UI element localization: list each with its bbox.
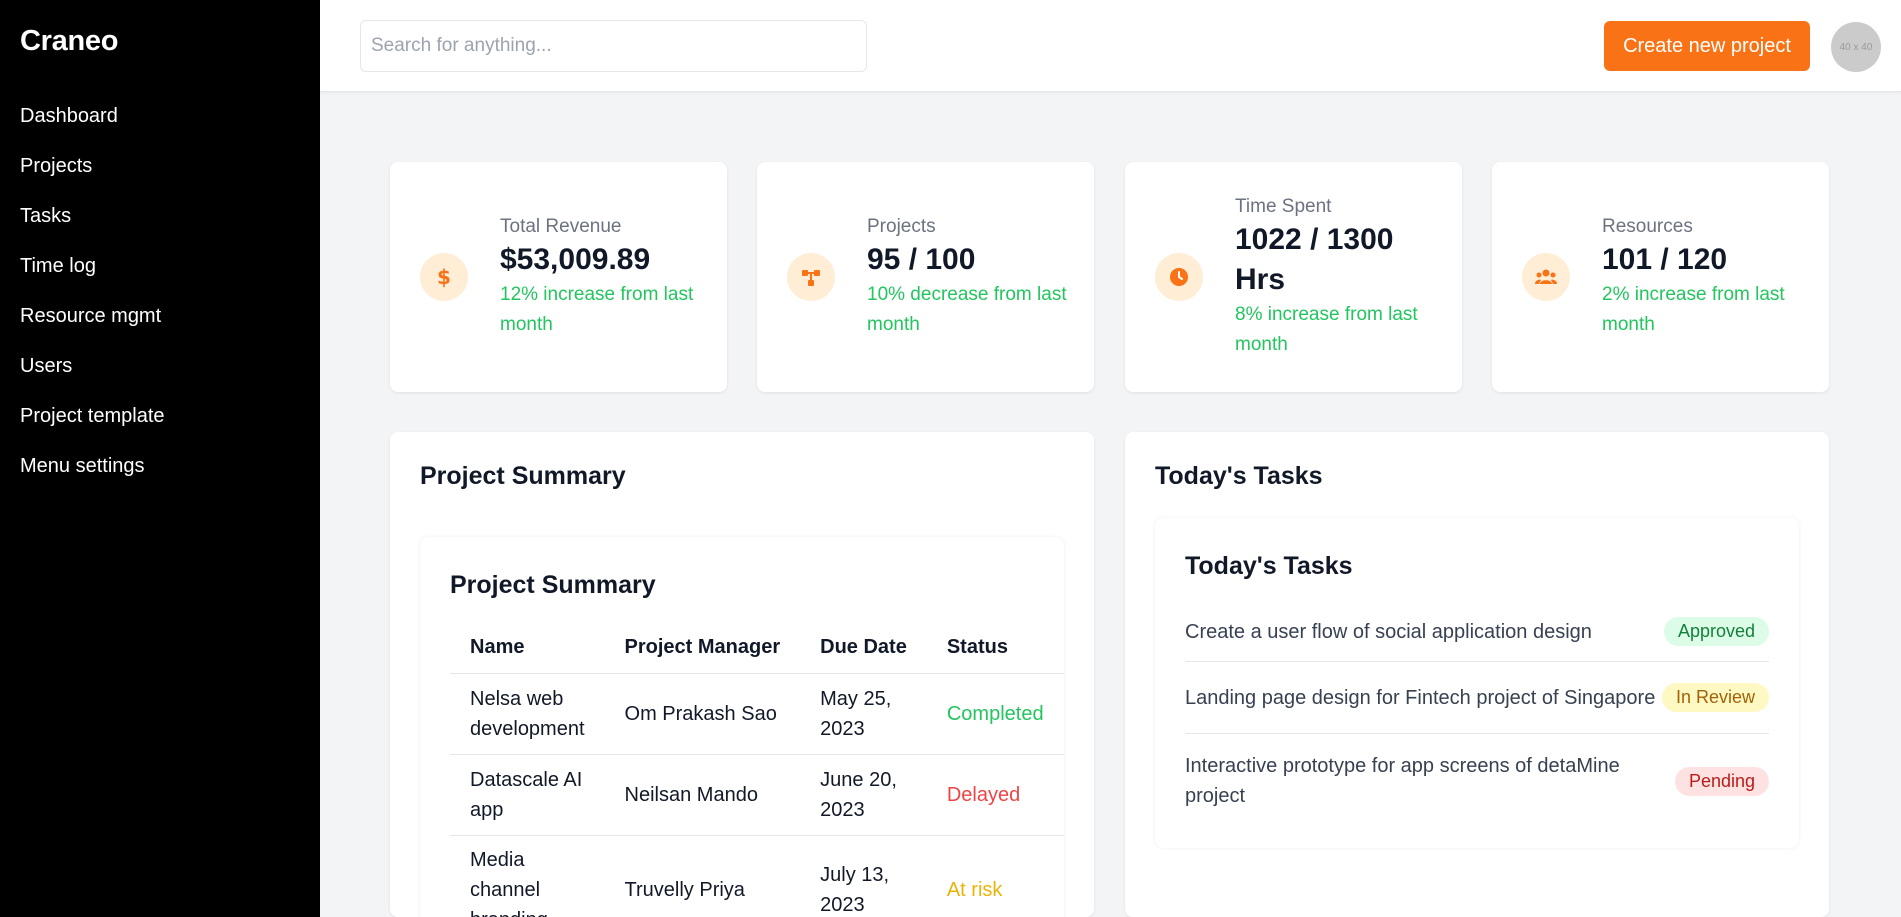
panel-title: Today's Tasks bbox=[1155, 462, 1323, 490]
stat-label: Total Revenue bbox=[500, 216, 622, 237]
stat-label: Resources bbox=[1602, 216, 1693, 237]
card-title: Today's Tasks bbox=[1185, 552, 1353, 580]
stat-card-resources: Resources 101 / 120 2% increase from las… bbox=[1492, 162, 1829, 392]
task-item[interactable]: Landing page design for Fintech project … bbox=[1185, 662, 1769, 734]
project-name: Nelsa web development bbox=[450, 673, 605, 755]
project-name: Media channel branding bbox=[450, 835, 605, 917]
status-badge: Approved bbox=[1663, 617, 1769, 646]
table-header-row: Name Project Manager Due Date Status bbox=[450, 623, 1064, 674]
column-header-status[interactable]: Status bbox=[926, 623, 1064, 674]
task-item[interactable]: Create a user flow of social application… bbox=[1185, 602, 1769, 662]
stat-card-revenue: $ Total Revenue $53,009.89 12% increase … bbox=[390, 162, 727, 392]
sidebar-item-time-log[interactable]: Time log bbox=[20, 250, 165, 300]
column-header-name[interactable]: Name bbox=[450, 623, 605, 674]
stat-change: 8% increase from last month bbox=[1235, 304, 1418, 355]
table-row[interactable]: Nelsa web development Om Prakash Sao May… bbox=[450, 673, 1064, 755]
sidebar-item-projects[interactable]: Projects bbox=[20, 150, 165, 200]
project-summary-card: Project Summary Name Project Manager Due… bbox=[420, 537, 1064, 917]
status-badge: In Review bbox=[1661, 683, 1769, 712]
stat-change: 2% increase from last month bbox=[1602, 284, 1785, 335]
status-text: At risk bbox=[926, 835, 1064, 917]
due-date: July 13, 2023 bbox=[800, 835, 927, 917]
project-manager: Truvelly Priya bbox=[604, 835, 801, 917]
sidebar-item-tasks[interactable]: Tasks bbox=[20, 200, 165, 250]
stat-card-time-spent: Time Spent 1022 / 1300 Hrs 8% increase f… bbox=[1125, 162, 1462, 392]
sidebar: Craneo Dashboard Projects Tasks Time log… bbox=[0, 0, 320, 917]
task-text: Landing page design for Fintech project … bbox=[1185, 686, 1656, 709]
avatar[interactable]: 40 x 40 bbox=[1831, 22, 1881, 72]
task-text: Interactive prototype for app screens of… bbox=[1185, 755, 1620, 807]
todays-tasks-card: Today's Tasks Create a user flow of soci… bbox=[1155, 518, 1799, 848]
sidebar-item-menu-settings[interactable]: Menu settings bbox=[20, 450, 165, 500]
sidebar-nav: Dashboard Projects Tasks Time log Resour… bbox=[20, 100, 165, 500]
status-badge: Pending bbox=[1674, 766, 1769, 796]
stat-value: $53,009.89 bbox=[500, 243, 651, 276]
column-header-due-date[interactable]: Due Date bbox=[800, 623, 927, 674]
stat-label: Time Spent bbox=[1235, 196, 1332, 217]
card-title: Project Summary bbox=[450, 571, 656, 599]
stat-value: 95 / 100 bbox=[867, 243, 976, 276]
project-summary-table: Name Project Manager Due Date Status Nel… bbox=[450, 623, 1064, 917]
stat-value: 101 / 120 bbox=[1602, 243, 1728, 276]
column-header-manager[interactable]: Project Manager bbox=[604, 623, 801, 674]
create-project-button[interactable]: Create new project bbox=[1604, 21, 1810, 71]
status-text: Completed bbox=[926, 673, 1064, 755]
dollar-icon: $ bbox=[420, 253, 468, 301]
due-date: June 20, 2023 bbox=[800, 754, 927, 836]
search-input[interactable] bbox=[360, 20, 867, 72]
sidebar-item-users[interactable]: Users bbox=[20, 350, 165, 400]
todays-tasks-panel: Today's Tasks Today's Tasks Create a use… bbox=[1125, 432, 1829, 917]
due-date: May 25, 2023 bbox=[800, 673, 927, 755]
sidebar-item-resource-mgmt[interactable]: Resource mgmt bbox=[20, 300, 165, 350]
project-name: Datascale AI app bbox=[450, 754, 605, 836]
sidebar-item-dashboard[interactable]: Dashboard bbox=[20, 100, 165, 150]
brand-logo[interactable]: Craneo bbox=[20, 25, 118, 58]
top-bar: Create new project 40 x 40 bbox=[320, 0, 1901, 92]
panel-title: Project Summary bbox=[420, 462, 626, 490]
project-manager: Neilsan Mando bbox=[604, 754, 801, 836]
stat-change: 12% increase from last month bbox=[500, 284, 694, 335]
sidebar-item-project-template[interactable]: Project template bbox=[20, 400, 165, 450]
status-text: Delayed bbox=[926, 754, 1064, 836]
stat-label: Projects bbox=[867, 216, 936, 237]
stat-value: 1022 / 1300 Hrs bbox=[1235, 223, 1394, 296]
stat-card-projects: Projects 95 / 100 10% decrease from last… bbox=[757, 162, 1094, 392]
clock-icon bbox=[1155, 253, 1203, 301]
table-row[interactable]: Datascale AI app Neilsan Mando June 20, … bbox=[450, 754, 1064, 836]
project-flow-icon bbox=[787, 253, 835, 301]
project-manager: Om Prakash Sao bbox=[604, 673, 801, 755]
task-item[interactable]: Interactive prototype for app screens of… bbox=[1185, 734, 1769, 828]
table-row[interactable]: Media channel branding Truvelly Priya Ju… bbox=[450, 835, 1064, 917]
stat-change: 10% decrease from last month bbox=[867, 284, 1067, 335]
svg-text:$: $ bbox=[437, 266, 451, 288]
users-icon bbox=[1522, 253, 1570, 301]
project-summary-panel: Project Summary Project Summary Name Pro… bbox=[390, 432, 1094, 917]
task-text: Create a user flow of social application… bbox=[1185, 620, 1592, 643]
